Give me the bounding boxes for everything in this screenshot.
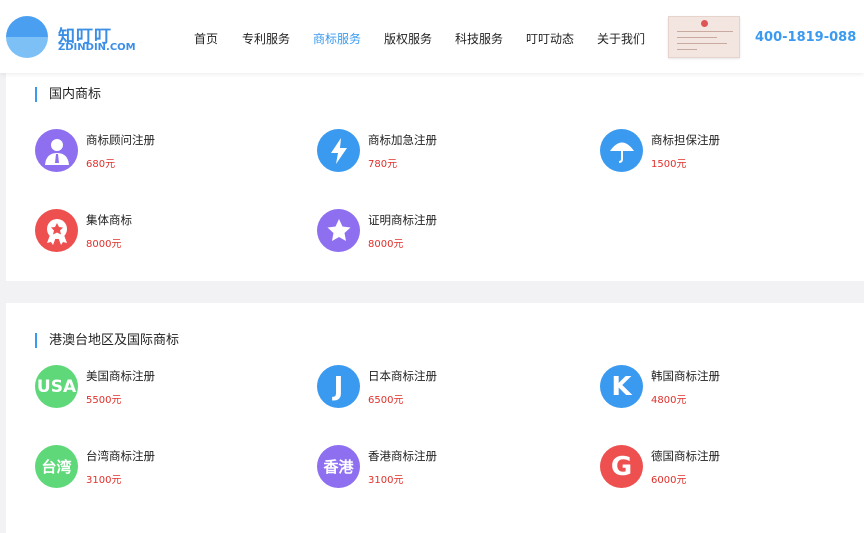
lightning-icon <box>317 129 360 172</box>
nav-about[interactable]: 关于我们 <box>597 30 645 47</box>
service-price: 6000元 <box>651 475 687 486</box>
service-item[interactable]: K 韩国商标注册 4800元 <box>600 365 850 409</box>
service-name[interactable]: 香港商标注册 <box>368 448 437 464</box>
nav-patent[interactable]: 专利服务 <box>242 30 290 47</box>
section-international: 港澳台地区及国际商标 USA 美国商标注册 5500元 J 日本商标注册 6500元 K 韩国… <box>6 303 864 533</box>
service-price: 780元 <box>368 159 398 170</box>
umbrella-icon <box>600 129 643 172</box>
nav-copyright[interactable]: 版权服务 <box>384 30 432 47</box>
nav-tech[interactable]: 科技服务 <box>455 30 503 47</box>
header: 知叮叮 ZDINDIN.COM 首页 专利服务 商标服务 版权服务 科技服务 叮… <box>0 0 864 73</box>
hongkong-icon: 香港 <box>317 445 360 488</box>
star-badge-icon <box>317 209 360 252</box>
service-item[interactable]: 台湾 台湾商标注册 3100元 <box>35 445 285 489</box>
service-name[interactable]: 证明商标注册 <box>368 212 437 228</box>
person-icon <box>35 129 78 172</box>
korea-icon: K <box>600 365 643 408</box>
service-price: 8000元 <box>368 239 404 250</box>
service-price: 3100元 <box>368 475 404 486</box>
service-price: 3100元 <box>86 475 122 486</box>
section-title: 港澳台地区及国际商标 <box>35 333 179 348</box>
service-item[interactable]: 商标加急注册 780元 <box>317 129 567 173</box>
japan-icon: J <box>317 365 360 408</box>
service-item[interactable]: 集体商标 8000元 <box>35 209 285 253</box>
service-name[interactable]: 商标顾问注册 <box>86 132 155 148</box>
taiwan-icon: 台湾 <box>35 445 78 488</box>
service-price: 8000元 <box>86 239 122 250</box>
nav-news[interactable]: 叮叮动态 <box>526 30 574 47</box>
usa-icon: USA <box>35 365 78 408</box>
certificate-image[interactable] <box>668 16 740 58</box>
service-item[interactable]: G 德国商标注册 6000元 <box>600 445 850 489</box>
service-item[interactable]: 香港 香港商标注册 3100元 <box>317 445 567 489</box>
nav-trademark[interactable]: 商标服务 <box>313 30 361 47</box>
service-name[interactable]: 韩国商标注册 <box>651 368 720 384</box>
nav-home[interactable]: 首页 <box>194 30 218 47</box>
service-name[interactable]: 商标加急注册 <box>368 132 437 148</box>
service-price: 6500元 <box>368 395 404 406</box>
service-item[interactable]: 商标担保注册 1500元 <box>600 129 850 173</box>
service-item[interactable]: 证明商标注册 8000元 <box>317 209 567 253</box>
service-name[interactable]: 台湾商标注册 <box>86 448 155 464</box>
phone-number: 400-1819-088 <box>755 30 857 45</box>
service-price: 5500元 <box>86 395 122 406</box>
logo-domain[interactable]: ZDINDIN.COM <box>58 42 136 53</box>
germany-icon: G <box>600 445 643 488</box>
service-item[interactable]: J 日本商标注册 6500元 <box>317 365 567 409</box>
service-price: 4800元 <box>651 395 687 406</box>
service-item[interactable]: USA 美国商标注册 5500元 <box>35 365 285 409</box>
service-item[interactable]: 商标顾问注册 680元 <box>35 129 285 173</box>
service-name[interactable]: 集体商标 <box>86 212 132 228</box>
service-price: 680元 <box>86 159 116 170</box>
service-name[interactable]: 美国商标注册 <box>86 368 155 384</box>
service-name[interactable]: 德国商标注册 <box>651 448 720 464</box>
medal-icon <box>35 209 78 252</box>
service-name[interactable]: 商标担保注册 <box>651 132 720 148</box>
section-title: 国内商标 <box>35 87 101 102</box>
service-name[interactable]: 日本商标注册 <box>368 368 437 384</box>
dragonfly-logo-icon[interactable] <box>6 16 48 58</box>
service-price: 1500元 <box>651 159 687 170</box>
section-domestic: 国内商标 商标顾问注册 680元 商标加急注册 780元 商标担保注册 1500元集体商标… <box>6 73 864 281</box>
